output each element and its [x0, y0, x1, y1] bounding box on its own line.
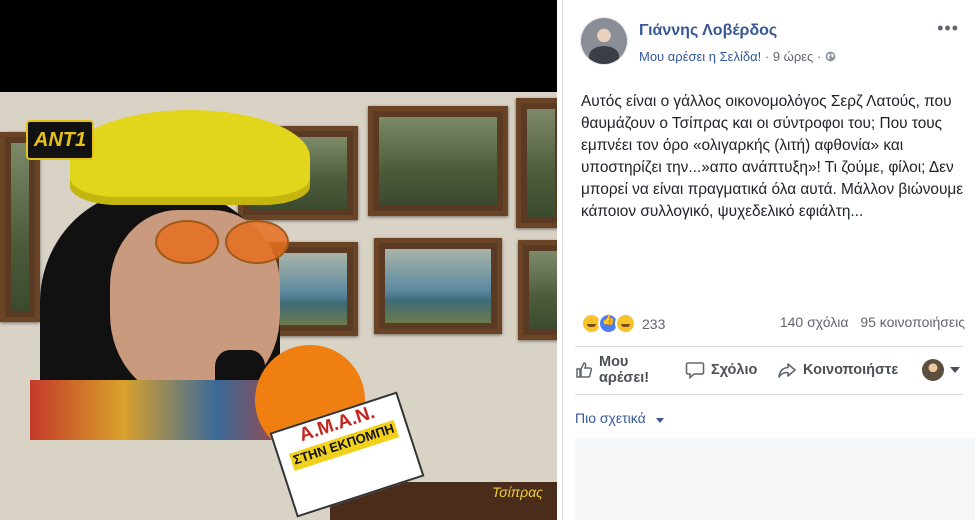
share-button[interactable]: Κοινοποιήστε	[777, 346, 898, 394]
share-icon	[778, 363, 796, 378]
comments-count[interactable]: 140 σχόλια	[780, 314, 849, 330]
reaction-count: 233	[642, 315, 666, 332]
like-page-link[interactable]: Μου αρέσει η Σελίδα!	[639, 49, 761, 64]
chevron-down-icon	[950, 367, 960, 373]
reactions-summary[interactable]: 233	[581, 313, 665, 334]
channel-logo: ANT1	[26, 120, 94, 160]
comments-area	[575, 438, 975, 520]
facebook-post: Γιάννης Λοβέρδος Μου αρέσει η Σελίδα! · …	[562, 0, 975, 520]
more-options-icon[interactable]: •••	[937, 18, 959, 39]
reaction-as-selector[interactable]	[922, 346, 960, 394]
thumbs-up-icon	[576, 362, 593, 378]
like-label-line2: αρέσει!	[599, 370, 650, 386]
action-bar: Μου αρέσει! Σχόλιο Κοινοποιήστε	[563, 346, 975, 394]
author-avatar[interactable]	[581, 18, 627, 64]
comment-icon	[685, 362, 705, 379]
author-name[interactable]: Γιάννης Λοβέρδος	[639, 22, 777, 40]
comment-sort-dropdown[interactable]: Πιο σχετικά	[575, 410, 664, 426]
painting	[374, 238, 502, 334]
comment-button[interactable]: Σχόλιο	[685, 346, 757, 394]
like-label-line1: Μου	[599, 354, 629, 370]
painting	[368, 106, 508, 216]
video-frame[interactable]: A.M.A.N. ΣΤΗΝ ΕΚΠΟΜΠΗ ANT1 Τσίπρας	[0, 0, 557, 520]
comment-sort-label: Πιο σχετικά	[575, 410, 646, 426]
engagement-counts: 140 σχόλια 95 κοινοποιήσεις	[772, 314, 965, 330]
comment-label: Σχόλιο	[711, 362, 758, 378]
share-label: Κοινοποιήστε	[803, 362, 899, 378]
post-meta: Μου αρέσει η Σελίδα! · 9 ώρες ·	[639, 49, 836, 64]
divider	[575, 394, 963, 395]
post-time[interactable]: 9 ώρες	[773, 49, 813, 64]
like-button[interactable]: Μου αρέσει!	[575, 346, 649, 394]
painting	[518, 240, 557, 340]
meta-separator: ·	[764, 49, 770, 64]
video-watermark: Τσίπρας	[491, 484, 543, 500]
user-avatar-icon	[922, 359, 944, 381]
separator: ·	[816, 49, 825, 64]
post-text: Αυτός είναι ο γάλλος οικονομολόγος Σερζ …	[581, 93, 964, 220]
shares-count[interactable]: 95 κοινοποιήσεις	[860, 314, 965, 330]
painting	[516, 98, 557, 228]
sad-icon	[615, 313, 636, 334]
globe-icon	[825, 49, 836, 64]
yellow-cap	[70, 110, 310, 205]
chevron-down-icon	[655, 418, 664, 423]
